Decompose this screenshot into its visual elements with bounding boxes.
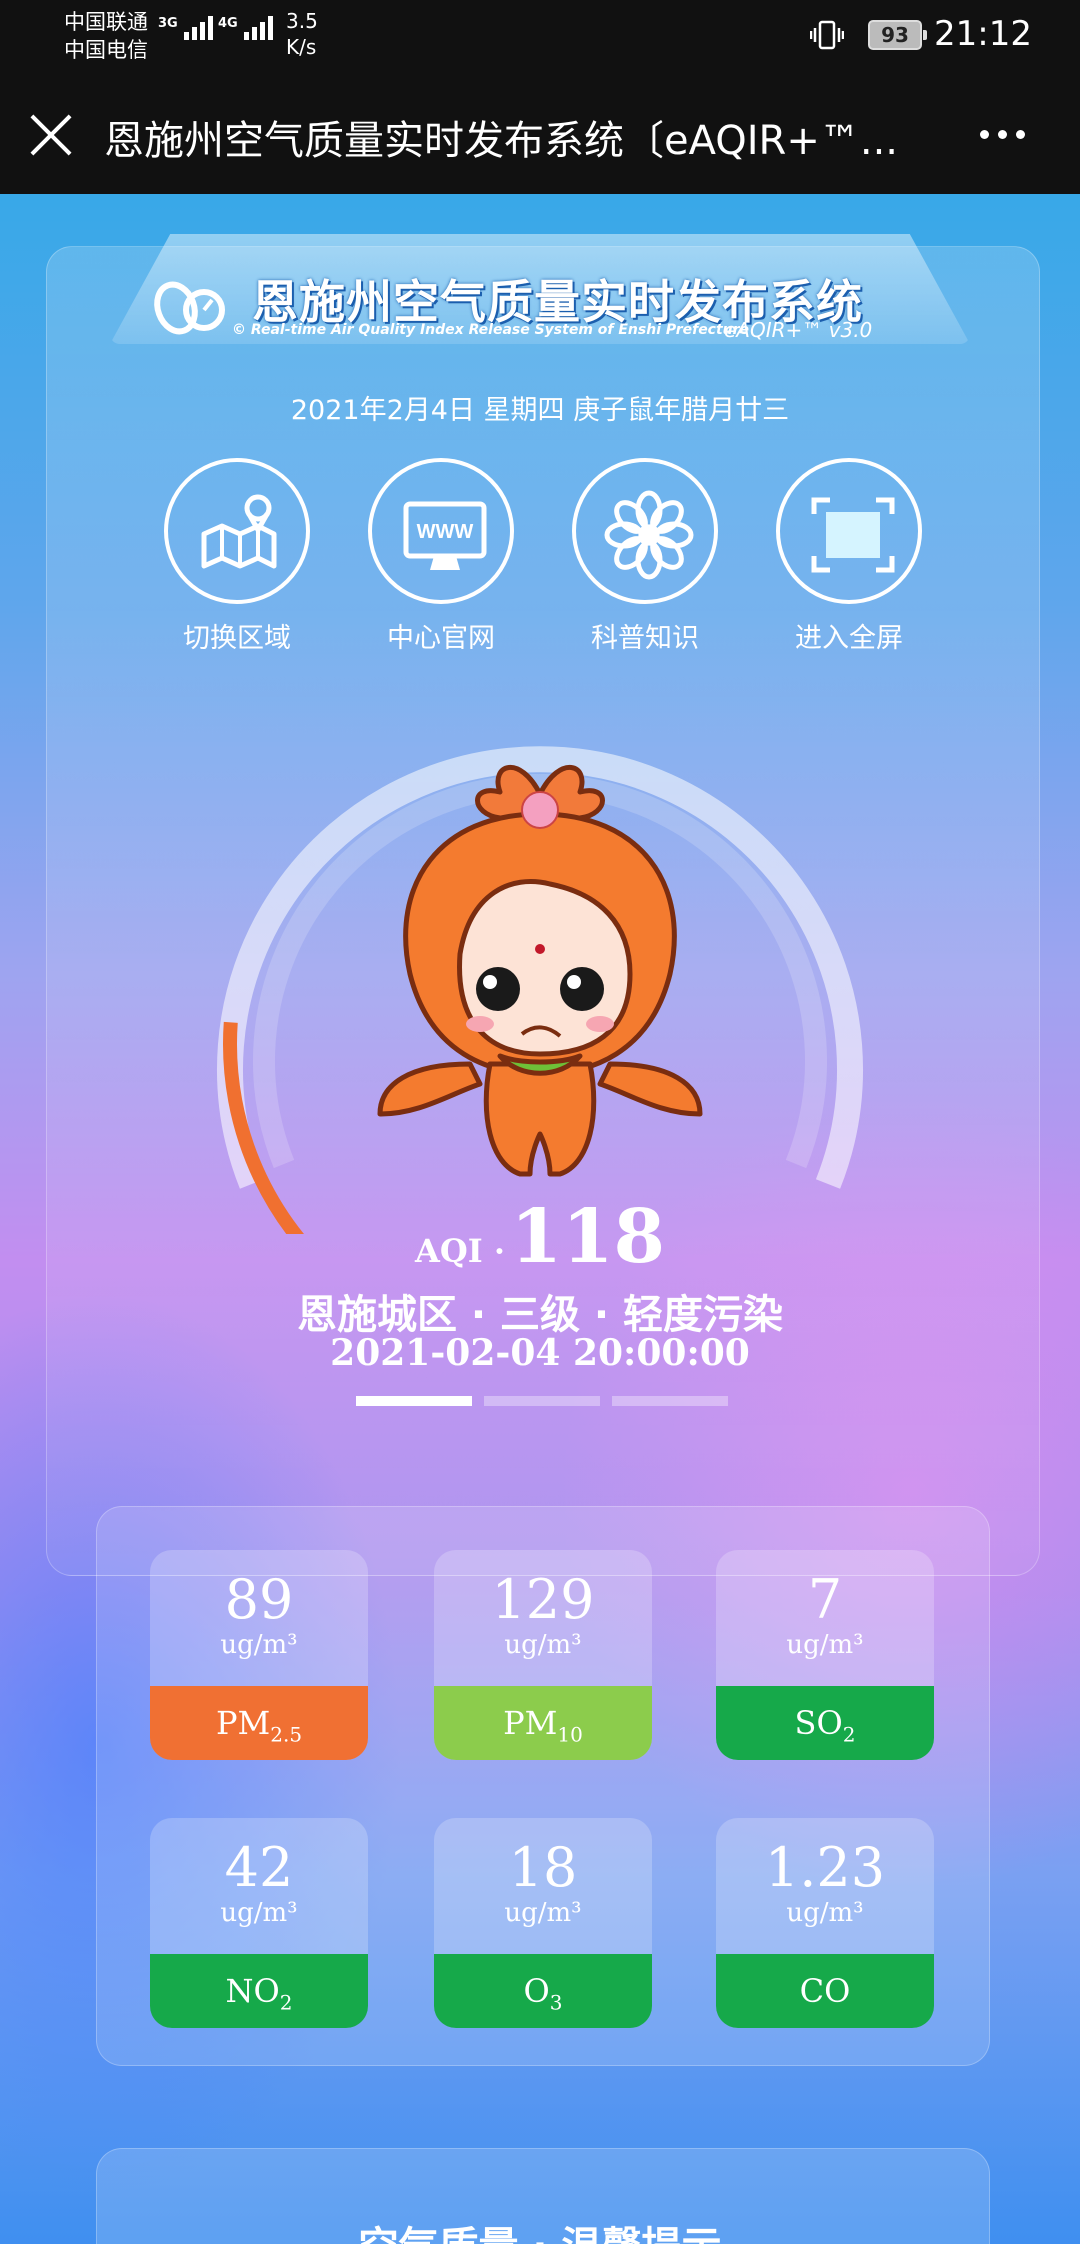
speed-unit: K/s [286, 35, 317, 59]
pollutant-name-sub: 2 [279, 1990, 293, 2015]
pollutant-name-main: CO [799, 1972, 851, 2010]
network-speed: 3.5 K/s [286, 8, 318, 60]
battery-indicator: 93 [868, 20, 927, 50]
pollutant-unit: ug/m³ [220, 1898, 298, 1928]
system-logo-icon [154, 281, 225, 335]
page-dot-2[interactable] [484, 1396, 600, 1406]
pollutant-value: 18 [508, 1836, 578, 1899]
pollutant-name-main: SO [794, 1704, 843, 1742]
quick-action-label: 进入全屏 [795, 623, 903, 654]
svg-text:WWW: WWW [417, 521, 474, 543]
www-monitor-icon: WWW [403, 501, 487, 570]
pollutant-name-sub: 10 [557, 1722, 583, 1747]
page-dot-1[interactable] [356, 1396, 472, 1406]
pollutant-value: 1.23 [764, 1836, 886, 1899]
official-site-button[interactable]: WWW 中心官网 [366, 458, 516, 655]
pollutant-unit: ug/m³ [786, 1898, 864, 1928]
status-bar: 中国联通 中国电信 3G 4G 3.5 K/s 93 21:12 [0, 0, 1080, 72]
pollutant-name: CO [716, 1954, 934, 2028]
more-options-icon[interactable] [980, 130, 1025, 139]
fullscreen-button[interactable]: 进入全屏 [774, 458, 924, 655]
pollutant-name: SO2 [716, 1686, 934, 1760]
flower-icon [604, 490, 694, 580]
quick-action-label: 切换区域 [183, 623, 291, 654]
pollutant-name-main: O [523, 1972, 550, 2010]
pollutant-tile[interactable]: 129 ug/m³ PM10 [434, 1550, 652, 1760]
banner-subtitle: © Real-time Air Quality Index Release Sy… [232, 322, 750, 338]
pollutant-name: PM2.5 [150, 1686, 368, 1760]
pollutant-tile[interactable]: 1.23 ug/m³ CO [716, 1818, 934, 2028]
browser-title-bar: 恩施州空气质量实时发布系统〔eAQIR+™... [0, 72, 1080, 194]
aqi-readout: AQI · 118 [0, 1194, 1080, 1280]
tips-title: 空气质量 · 温馨提示 [0, 2214, 1080, 2244]
pollutant-name-main: NO [225, 1972, 280, 2010]
pollutant-tile[interactable]: 18 ug/m³ O3 [434, 1818, 652, 2028]
pollutant-name: NO2 [150, 1954, 368, 2028]
pollutant-name: O3 [434, 1954, 652, 2028]
page-title: 恩施州空气质量实时发布系统〔eAQIR+™... [104, 118, 899, 164]
banner-brand: eAQIR+™ v3.0 [724, 318, 873, 342]
pollutant-value: 42 [224, 1836, 294, 1899]
carrier-2: 中国电信 [64, 38, 148, 62]
map-pin-icon [201, 494, 277, 569]
web-content[interactable]: 恩施州空气质量实时发布系统 © Real-time Air Quality In… [0, 194, 1080, 2244]
speed-value: 3.5 [286, 9, 318, 33]
pollutant-name-main: PM [215, 1704, 271, 1742]
pollutant-unit: ug/m³ [786, 1630, 864, 1660]
pollutant-value: 7 [807, 1568, 843, 1631]
signal-3g-icon: 3G [158, 16, 213, 40]
pollutant-unit: ug/m³ [220, 1630, 298, 1660]
fullscreen-icon [811, 497, 895, 573]
close-icon[interactable] [28, 112, 74, 158]
pollutant-unit: ug/m³ [504, 1630, 582, 1660]
signal-4g-icon: 4G [218, 16, 273, 40]
pollutant-tile[interactable]: 89 ug/m³ PM2.5 [150, 1550, 368, 1760]
observation-time: 2021-02-04 20:00:00 [330, 1332, 750, 1374]
quick-action-label: 中心官网 [387, 623, 495, 654]
aqi-value: 118 [510, 1194, 665, 1280]
clock: 21:12 [934, 14, 1032, 54]
carrier-1: 中国联通 [64, 10, 148, 34]
quick-action-label: 科普知识 [591, 623, 699, 654]
pollutant-name: PM10 [434, 1686, 652, 1760]
carrier-names: 中国联通 中国电信 [64, 8, 148, 64]
pollutant-name-main: PM [503, 1704, 558, 1742]
network-type-1: 3G [158, 16, 178, 31]
pollutant-tile[interactable]: 42 ug/m³ NO2 [150, 1818, 368, 2028]
pollutant-tile[interactable]: 7 ug/m³ SO2 [716, 1550, 934, 1760]
aqi-label: AQI · [415, 1232, 505, 1270]
page-indicator[interactable] [356, 1396, 728, 1406]
vibrate-icon [810, 20, 844, 50]
switch-region-button[interactable]: 切换区域 [162, 458, 312, 655]
pollutant-name-sub: 2 [842, 1722, 856, 1747]
science-knowledge-button[interactable]: 科普知识 [570, 458, 720, 655]
pollutant-value: 89 [224, 1568, 294, 1631]
date-line: 2021年2月4日 星期四 庚子鼠年腊月廿三 [290, 395, 790, 426]
pollutant-value: 129 [491, 1568, 595, 1631]
mascot-image [377, 764, 703, 1177]
page-dot-3[interactable] [612, 1396, 728, 1406]
pollutant-name-sub: 3 [549, 1990, 563, 2015]
pollutant-unit: ug/m³ [504, 1898, 582, 1928]
pollutant-name-sub: 2.5 [270, 1722, 303, 1747]
network-type-2: 4G [218, 16, 238, 31]
